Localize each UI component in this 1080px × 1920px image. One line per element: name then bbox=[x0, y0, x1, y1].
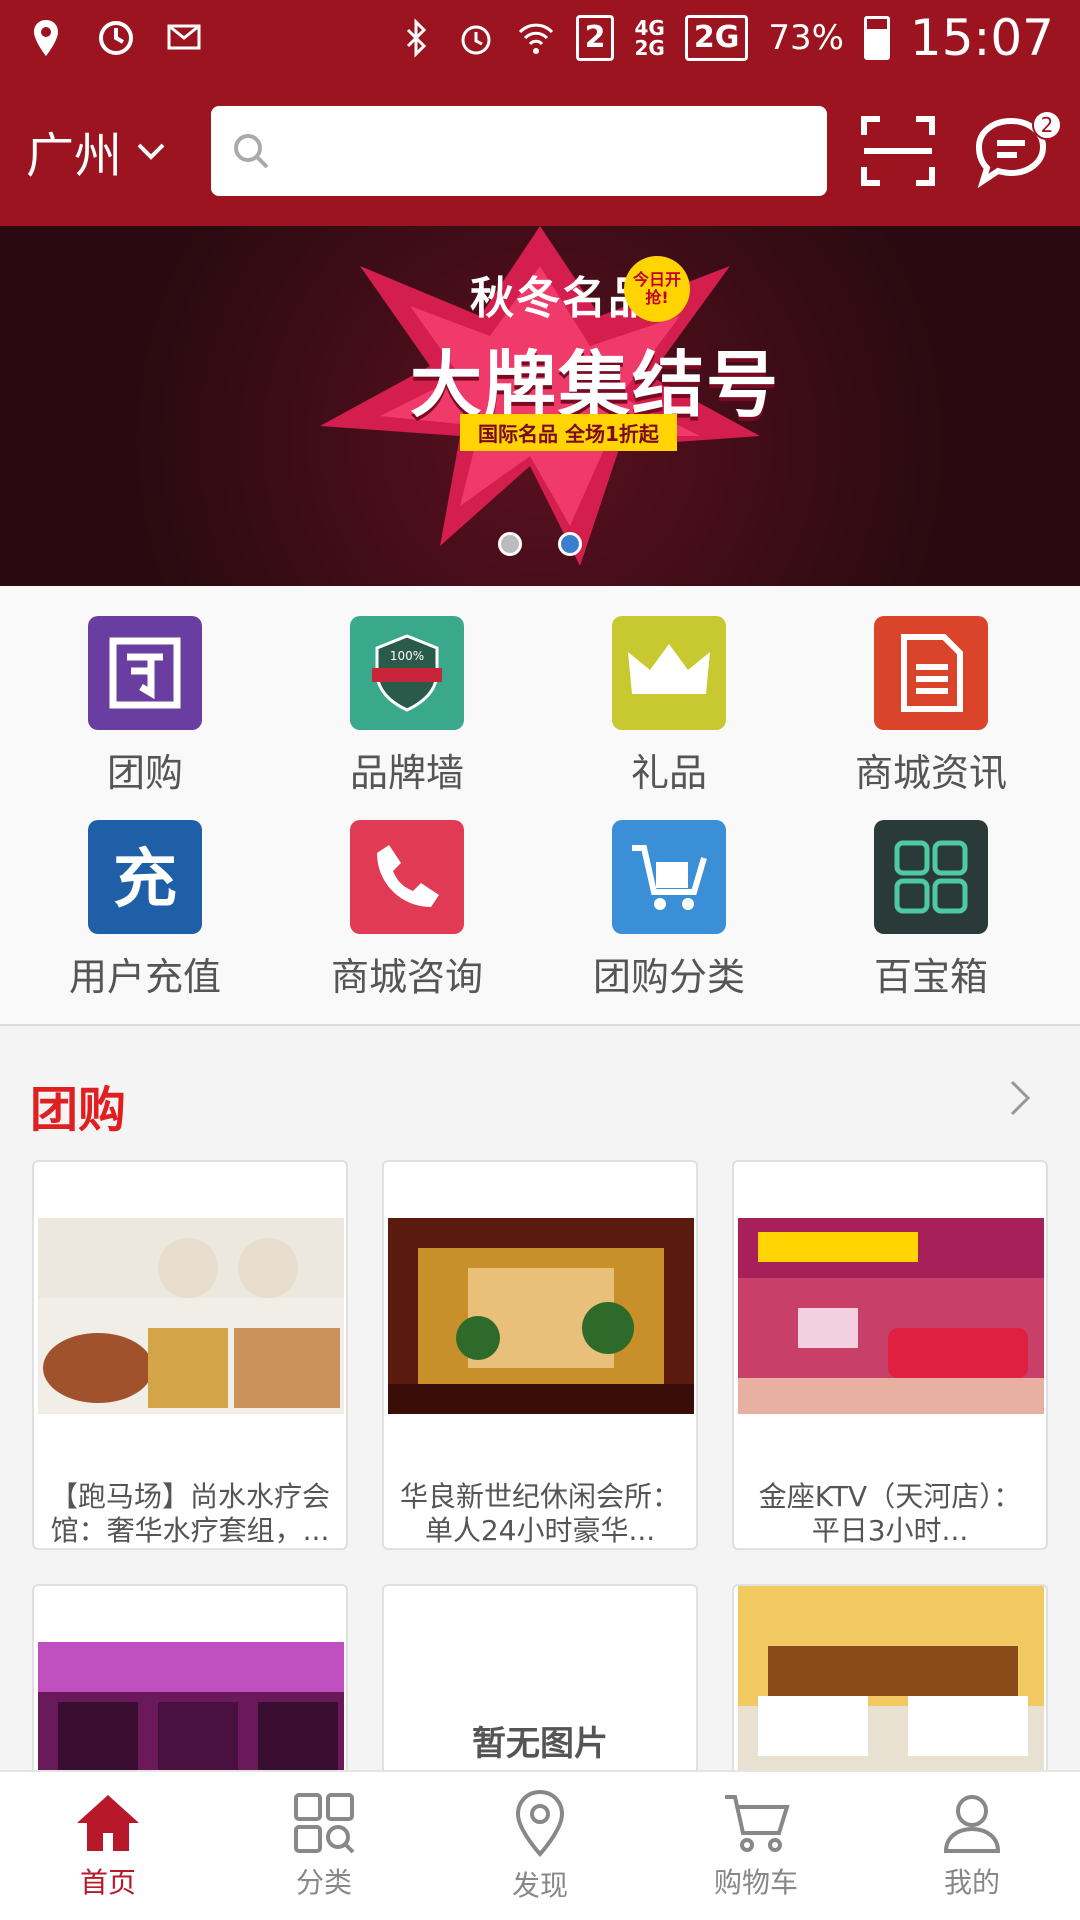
section-title: 团购 bbox=[30, 1082, 127, 1138]
app-screen: 2 4G 2G 2G 73% 15:07 广州 2 秋冬名品 大牌集结号 今日开… bbox=[0, 0, 1080, 1920]
grid-label: 团购分类 bbox=[592, 955, 745, 999]
ktv-pink-image bbox=[38, 1642, 344, 1782]
group-buy-section: 团购 【跑马场】尚水水疗会馆：奢华水疗套组，... 华良新世纪休闲会所：单人24… bbox=[0, 1028, 1080, 1784]
scan-button[interactable] bbox=[855, 108, 941, 194]
grid-label: 商城咨询 bbox=[330, 955, 483, 999]
pagination-dot[interactable] bbox=[498, 532, 522, 556]
tab-label: 我的 bbox=[943, 1866, 1000, 1899]
tab-label: 购物车 bbox=[713, 1866, 798, 1899]
toolbox-icon bbox=[874, 820, 988, 934]
network-type-a: 4G 2G bbox=[634, 16, 665, 60]
phone-icon bbox=[350, 820, 464, 934]
tab-home[interactable]: 首页 bbox=[0, 1772, 216, 1920]
top-header: 广州 2 bbox=[0, 76, 1080, 226]
promo-banner[interactable]: 秋冬名品 大牌集结号 今日开抢! 国际名品 全场1折起 bbox=[0, 226, 1080, 586]
grid-item-mall-news[interactable]: 商城资讯 bbox=[800, 616, 1062, 797]
profile-icon bbox=[943, 1795, 1001, 1853]
group-buy-icon bbox=[88, 616, 202, 730]
battery-icon bbox=[863, 16, 890, 60]
grid-label: 商城资讯 bbox=[854, 751, 1007, 795]
bottom-tab-bar: 首页 分类 发现 购物车 我的 bbox=[0, 1770, 1080, 1920]
grid-item-brand-wall[interactable]: 100% 品牌墙 bbox=[276, 616, 538, 797]
spa-lobby-image bbox=[388, 1218, 694, 1414]
deal-caption: 金座KTV（天河店）：平日3小时... bbox=[758, 1480, 1022, 1547]
cart-icon bbox=[612, 820, 726, 934]
bluetooth-icon bbox=[406, 18, 426, 58]
tab-label: 首页 bbox=[79, 1866, 136, 1899]
banner-strip: 国际名品 全场1折起 bbox=[460, 414, 677, 451]
grid-item-consult[interactable]: 商城咨询 bbox=[276, 820, 538, 1001]
grid-label: 百宝箱 bbox=[873, 955, 988, 999]
tab-category[interactable]: 分类 bbox=[216, 1772, 432, 1920]
ktv-image bbox=[738, 1218, 1044, 1414]
wifi-icon bbox=[518, 23, 553, 54]
city-name: 广州 bbox=[26, 128, 123, 184]
deal-caption: 华良新世纪休闲会所：单人24小时豪华... bbox=[399, 1480, 680, 1547]
grid-item-group-buy[interactable]: 团购 bbox=[14, 616, 276, 797]
alarm-icon bbox=[461, 25, 491, 55]
svg-text:充: 充 bbox=[113, 843, 177, 917]
city-selector[interactable]: 广州 bbox=[26, 116, 211, 186]
grid-label: 礼品 bbox=[630, 751, 707, 795]
deal-card[interactable]: 华良新世纪休闲会所：单人24小时豪华... bbox=[382, 1160, 698, 1550]
deal-card[interactable]: 金座KTV（天河店）：平日3小时... bbox=[732, 1160, 1048, 1550]
restaurant-image bbox=[38, 1218, 344, 1414]
grid-item-group-category[interactable]: 团购分类 bbox=[538, 820, 800, 1001]
category-icon bbox=[294, 1793, 355, 1854]
tab-cart[interactable]: 购物车 bbox=[648, 1772, 864, 1920]
tab-label: 发现 bbox=[511, 1869, 568, 1902]
mail-icon bbox=[167, 24, 201, 50]
grid-label: 品牌墙 bbox=[349, 751, 464, 795]
home-icon bbox=[77, 1795, 139, 1851]
battery-percent: 73% bbox=[768, 18, 844, 58]
no-image-placeholder: 暂无图片 bbox=[472, 1724, 608, 1764]
deal-card[interactable]: 暂无图片 bbox=[382, 1584, 698, 1784]
grid-label: 用户充值 bbox=[68, 955, 221, 999]
chevron-down-icon bbox=[137, 143, 165, 160]
clock: 15:07 bbox=[909, 9, 1054, 67]
deal-card[interactable]: 【跑马场】尚水水疗会馆：奢华水疗套组，... bbox=[32, 1160, 348, 1550]
sync-icon bbox=[99, 21, 133, 55]
deal-caption: 【跑马场】尚水水疗会馆：奢华水疗套组，... bbox=[49, 1480, 330, 1547]
scan-icon bbox=[860, 116, 935, 186]
svg-text:100%: 100% bbox=[390, 649, 424, 663]
tab-profile[interactable]: 我的 bbox=[864, 1772, 1080, 1920]
hotel-room-image bbox=[738, 1586, 1044, 1782]
messages-button[interactable]: 2 bbox=[968, 108, 1062, 194]
deal-card[interactable] bbox=[32, 1584, 348, 1784]
shopping-cart-icon bbox=[725, 1795, 790, 1852]
sim-slot-badge: 2 bbox=[575, 15, 615, 61]
banner-tag: 今日开抢! bbox=[624, 256, 690, 322]
banner-pagination bbox=[0, 532, 1080, 556]
tab-discover[interactable]: 发现 bbox=[432, 1772, 648, 1920]
pagination-dot-active[interactable] bbox=[558, 532, 582, 556]
tab-label: 分类 bbox=[295, 1866, 352, 1899]
feature-grid: 团购 100% 品牌墙 礼品 商城资讯 充 用户充值 商城咨询 团购分类 百宝箱 bbox=[0, 586, 1080, 1026]
document-icon bbox=[874, 616, 988, 730]
message-count-badge: 2 bbox=[1032, 110, 1062, 140]
location-icon bbox=[515, 1789, 565, 1857]
chevron-right-icon[interactable] bbox=[1000, 1078, 1040, 1118]
grid-item-toolbox[interactable]: 百宝箱 bbox=[800, 820, 1062, 1001]
network-type-b: 2G bbox=[684, 15, 749, 61]
grid-item-recharge[interactable]: 充 用户充值 bbox=[14, 820, 276, 1001]
deal-card[interactable] bbox=[732, 1584, 1048, 1784]
search-input[interactable] bbox=[285, 131, 827, 171]
location-icon bbox=[34, 20, 58, 56]
crown-icon bbox=[612, 616, 726, 730]
status-bar: 2 4G 2G 2G 73% 15:07 bbox=[0, 0, 1080, 76]
recharge-icon: 充 bbox=[88, 820, 202, 934]
search-box[interactable] bbox=[211, 106, 827, 196]
grid-item-gifts[interactable]: 礼品 bbox=[538, 616, 800, 797]
grid-label: 团购 bbox=[106, 751, 183, 795]
brand-wall-icon: 100% bbox=[350, 616, 464, 730]
search-icon bbox=[234, 134, 269, 169]
